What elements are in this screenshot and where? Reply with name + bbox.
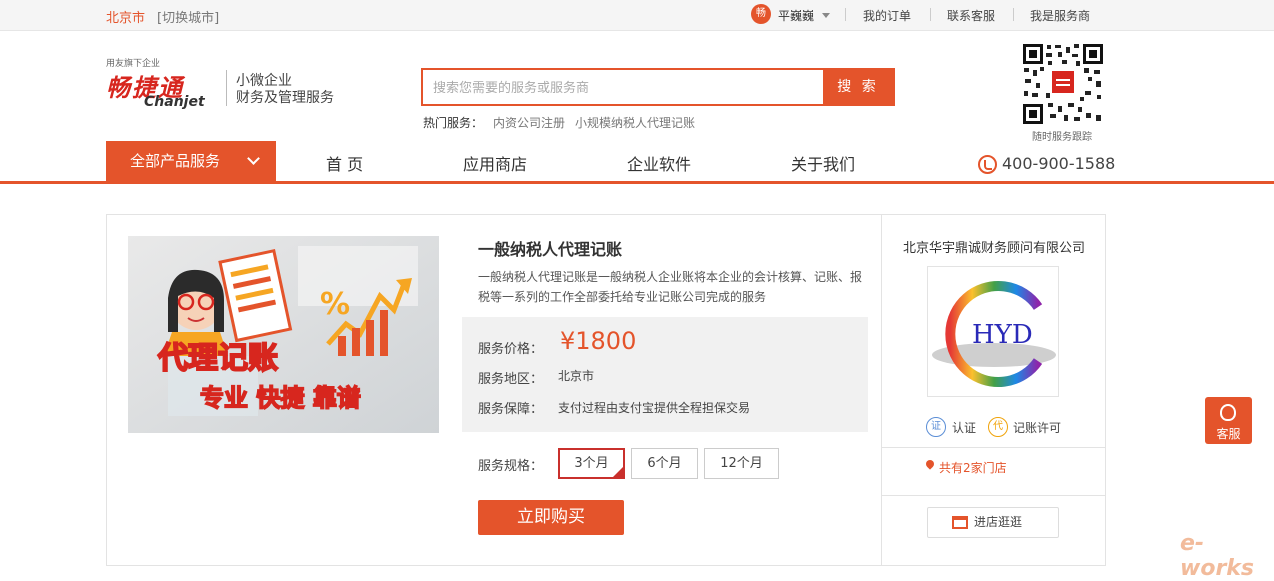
shop-icon	[952, 516, 968, 529]
region-value: 北京市	[558, 369, 595, 383]
provider-panel: 北京华宇鼎诚财务顾问有限公司 HYD 证 认证 代 记账许可 共有2家门店 进店…	[881, 215, 1106, 565]
user-name-menu[interactable]: 平巍巍	[778, 7, 814, 24]
search-bar: 搜 索	[421, 68, 895, 106]
license-icon: 代	[988, 417, 1008, 437]
guarantee-label: 服务保障：	[478, 402, 544, 417]
current-city: 北京市	[106, 11, 146, 26]
my-orders-link[interactable]: 我的订单	[863, 7, 911, 24]
hotline-number: 400-900-1588	[1002, 154, 1116, 173]
spec-option-3-months[interactable]: 3个月	[558, 448, 625, 479]
product-image: % 代理记账 专业 快捷 靠谱	[128, 236, 439, 433]
product-title: 一般纳税人代理记账	[478, 240, 623, 259]
logo-divider	[226, 70, 227, 106]
divider	[930, 8, 931, 21]
certified-icon: 证	[926, 417, 946, 437]
site-logo[interactable]: 用友旗下企业 畅捷通 Chanjet 小微企业 财务及管理服务	[106, 54, 356, 114]
certified-label: 认证	[952, 421, 977, 435]
provider-link[interactable]: 我是服务商	[1030, 7, 1090, 24]
spec-label: 服务规格：	[478, 459, 544, 474]
divider	[882, 495, 1106, 496]
product-image-headline: 代理记账	[157, 341, 278, 376]
product-card: % 代理记账 专业 快捷 靠谱 一般纳税人代理记账 一般纳税人代理记账是一般纳税…	[106, 214, 1106, 566]
nav-item-home[interactable]: 首 页	[326, 151, 363, 175]
qr-code-icon	[1022, 43, 1104, 125]
guarantee-value: 支付过程由支付宝提供全程担保交易	[558, 401, 751, 415]
provider-logo-graphic: HYD	[932, 281, 1056, 387]
divider	[1013, 8, 1014, 21]
user-avatar[interactable]: 畅	[751, 4, 771, 24]
switch-city-link[interactable]: [切换城市]	[157, 7, 219, 26]
spec-option-12-months[interactable]: 12个月	[704, 448, 779, 479]
hot-services-label: 热门服务：	[423, 116, 484, 130]
provider-logo-text: HYD	[972, 320, 1033, 350]
location-pin-icon	[924, 458, 936, 470]
provider-logo[interactable]: HYD	[927, 266, 1059, 397]
hot-link-company-registration[interactable]: 内资公司注册	[493, 114, 565, 131]
price-info-box: 服务价格： ¥1800 服务地区： 北京市 服务保障： 支付过程由支付宝提供全程…	[462, 317, 868, 432]
divider	[882, 447, 1106, 448]
all-products-label: 全部产品服务	[130, 152, 221, 170]
price-label: 服务价格：	[478, 342, 544, 357]
svg-text:%: %	[320, 287, 350, 322]
main-nav: 全部产品服务 首 页 应用商店 企业软件 关于我们 400-900-1588	[0, 141, 1274, 184]
product-description: 一般纳税人代理记账是一般纳税人企业账将本企业的会计核算、记账、报税等一系列的工作…	[478, 270, 863, 304]
phone-icon	[978, 155, 997, 174]
search-input[interactable]	[423, 70, 823, 104]
logo-english: Chanjet	[144, 94, 205, 110]
contact-service-link[interactable]: 联系客服	[947, 7, 995, 24]
all-products-menu[interactable]: 全部产品服务	[106, 141, 276, 181]
logo-slogan-2: 财务及管理服务	[236, 90, 334, 106]
visit-store-button[interactable]: 进店逛逛	[927, 507, 1059, 538]
hot-link-small-taxpayer[interactable]: 小规模纳税人代理记账	[575, 114, 695, 131]
search-button[interactable]: 搜 索	[823, 70, 893, 104]
product-price: ¥1800	[560, 327, 637, 355]
watermark-logo: e-works	[1180, 531, 1255, 581]
customer-service-float-button[interactable]: 客服	[1205, 397, 1252, 444]
product-image-subline: 专业 快捷 靠谱	[200, 384, 361, 412]
headset-icon	[1220, 404, 1236, 421]
caret-down-icon[interactable]	[822, 13, 830, 18]
divider	[845, 8, 846, 21]
region-label: 服务地区：	[478, 372, 544, 387]
chevron-down-icon	[247, 152, 260, 165]
license-label: 记账许可	[1013, 421, 1062, 435]
nav-item-app-store[interactable]: 应用商店	[463, 151, 527, 175]
nav-item-about-us[interactable]: 关于我们	[791, 151, 855, 175]
top-bar: 北京市 [切换城市] 畅 平巍巍 我的订单 联系客服 我是服务商	[0, 0, 1274, 31]
store-count-link[interactable]: 共有2家门店	[939, 459, 1007, 476]
provider-company-name[interactable]: 北京华宇鼎诚财务顾问有限公司	[882, 237, 1106, 256]
visit-store-label: 进店逛逛	[974, 515, 1023, 529]
spec-option-6-months[interactable]: 6个月	[631, 448, 698, 479]
buy-now-button[interactable]: 立即购买	[478, 500, 624, 535]
nav-item-enterprise-software[interactable]: 企业软件	[627, 151, 691, 175]
customer-service-label: 客服	[1216, 427, 1241, 441]
